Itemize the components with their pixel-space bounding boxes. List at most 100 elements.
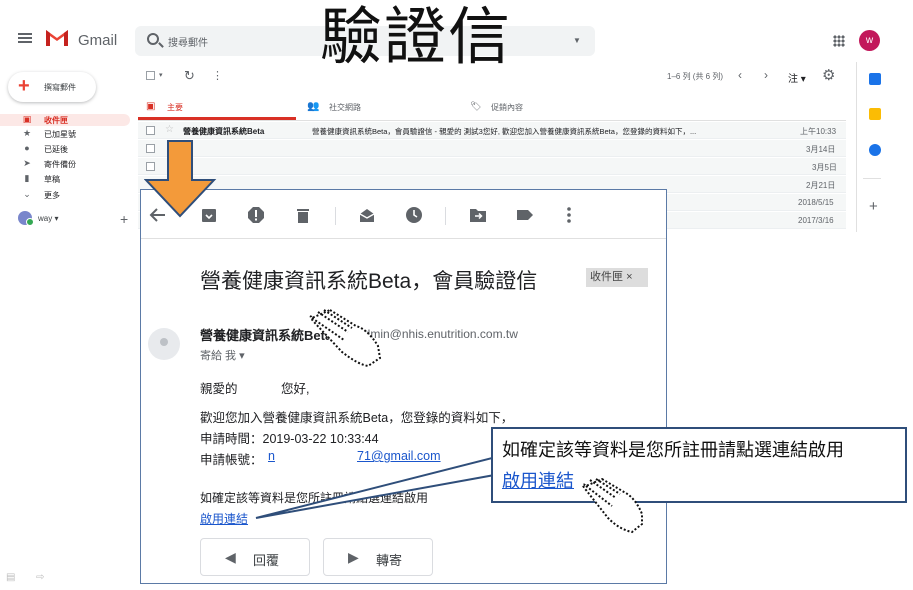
draft-icon: ▮ (24, 173, 30, 183)
more-vert-icon[interactable]: ⋮ (212, 69, 223, 82)
side-panel-divider (856, 62, 857, 232)
star-icon: ★ (22, 128, 32, 138)
toolbar-separator (445, 207, 446, 225)
add-contact-icon[interactable]: + (120, 211, 128, 227)
tab-primary[interactable]: 主要 (167, 102, 183, 113)
rail-divider (863, 178, 881, 179)
sidebar-item-label: 草稿 (44, 175, 60, 184)
gmail-logo-icon[interactable] (44, 28, 70, 48)
inbox-tab-icon: ▣ (146, 101, 156, 112)
table-row[interactable]: 3月5日 (138, 158, 846, 175)
greeting-prefix: 親愛的 (200, 382, 238, 396)
row-date: 3月5日 (812, 163, 837, 172)
main-menu-icon[interactable] (18, 33, 32, 43)
sidebar-item-label: 已加星號 (44, 130, 76, 139)
snooze-clock-icon[interactable] (405, 206, 423, 224)
forward-button[interactable]: ▶ 轉寄 (323, 538, 433, 576)
pagination-text: 1–6 列 (共 6 列) (667, 72, 724, 81)
hangouts-user-name[interactable]: way ▾ (38, 214, 58, 223)
sidebar-item-label: 寄件備份 (44, 160, 76, 169)
sidebar-item-label: 更多 (44, 191, 60, 200)
sidebar-item-starred[interactable]: ★ 已加星號 (0, 128, 130, 140)
callout-link[interactable]: 啟用連結 (502, 467, 574, 493)
add-addon-icon[interactable]: + (869, 198, 878, 215)
sender-avatar[interactable] (148, 328, 180, 360)
search-input[interactable]: 搜尋郵件 (168, 34, 208, 49)
clock-icon: ● (24, 143, 30, 153)
toolbar-separator (335, 207, 336, 225)
apply-time: 申請時間：2019-03-22 10:33:44 (200, 432, 379, 446)
keep-icon[interactable] (869, 108, 881, 120)
tab-primary-indicator (138, 117, 296, 120)
apps-grid-icon[interactable] (833, 35, 845, 47)
pointing-hand-cursor-icon (309, 308, 382, 368)
input-tools-button[interactable]: 注 ▾ (788, 70, 806, 85)
delete-icon[interactable] (294, 206, 312, 224)
overlay-title: 驗證信 (320, 0, 513, 73)
compose-plus-icon: + (18, 75, 30, 97)
select-all-checkbox[interactable] (146, 71, 155, 80)
keyboard-icon[interactable]: ▤ (6, 572, 15, 583)
table-row[interactable]: 3月14日 (138, 140, 846, 157)
app-name: Gmail (78, 32, 118, 49)
promotions-tab-icon: 🏷 (470, 101, 482, 111)
row-snippet: 營養健康資訊系統Beta，會員驗證信 - 親愛的 測試3您好, 歡迎您加入營養健… (312, 127, 697, 136)
tasks-icon[interactable] (869, 144, 881, 156)
row-date: 2月21日 (806, 181, 836, 190)
search-icon[interactable] (147, 33, 159, 45)
row-date: 上午10:33 (800, 127, 837, 136)
send-icon: ➤ (23, 158, 31, 168)
account-avatar[interactable]: w (859, 30, 880, 51)
message-subject: 營養健康資訊系統Beta，會員驗證信 (200, 270, 538, 293)
sidebar-item-snoozed[interactable]: ● 已延後 (0, 143, 130, 155)
next-page-icon[interactable]: › (764, 68, 768, 82)
message-toolbar-divider (141, 238, 666, 239)
sidebar-item-more[interactable]: ⌄ 更多 (0, 189, 130, 201)
social-tab-icon: 👥 (307, 101, 320, 112)
sidebar-item-sent[interactable]: ➤ 寄件備份 (0, 158, 130, 170)
callout-text: 如確定該等資料是您所註冊請點選連結啟用 (502, 440, 844, 460)
calendar-icon[interactable] (869, 73, 881, 85)
sidebar-item-label: 收件匣 (44, 116, 68, 125)
label-icon[interactable] (516, 206, 534, 224)
pointing-hand-cursor-icon (582, 478, 643, 534)
move-to-icon[interactable] (469, 206, 487, 224)
mark-unread-icon[interactable] (358, 206, 376, 224)
activate-link[interactable]: 啟用連結 (200, 510, 248, 527)
hangouts-avatar[interactable] (18, 211, 34, 226)
table-row[interactable]: ☆ 營養健康資訊系統Beta 營養健康資訊系統Beta，會員驗證信 - 親愛的 … (138, 122, 846, 139)
settings-gear-icon[interactable]: ⚙ (822, 66, 835, 84)
forward-icon: ▶ (348, 549, 359, 565)
more-vert-icon[interactable] (560, 206, 578, 224)
tabs-divider (138, 120, 846, 121)
row-sender: 營養健康資訊系統Beta (183, 127, 265, 136)
inbox-label-chip[interactable]: 收件匣 × (586, 268, 648, 287)
close-icon[interactable]: × (626, 271, 632, 283)
sidebar-item-inbox[interactable]: ▣ 收件匣 (0, 114, 130, 126)
reply-button[interactable]: ◀ 回覆 (200, 538, 310, 576)
report-spam-icon[interactable] (247, 206, 265, 224)
sidebar-item-drafts[interactable]: ▮ 草稿 (0, 173, 130, 185)
inbox-icon: ▣ (22, 114, 32, 124)
recipient-details-toggle[interactable]: 寄給 我 ▾ (200, 347, 245, 363)
tab-promotions[interactable]: 促銷內容 (491, 102, 523, 113)
select-caret-icon[interactable]: ▾ (159, 71, 163, 79)
compose-label: 撰寫郵件 (44, 83, 76, 92)
down-arrow-icon (144, 140, 217, 218)
greeting-suffix: 您好, (281, 382, 310, 396)
tab-social[interactable]: 社交網路 (329, 102, 361, 113)
callout-pointer (255, 454, 501, 519)
sidebar-item-label: 已延後 (44, 145, 68, 154)
row-checkbox[interactable] (146, 126, 155, 135)
welcome-line: 歡迎您加入營養健康資訊系統Beta，您登錄的資料如下， (200, 411, 514, 425)
open-in-new-icon[interactable]: ⇨ (36, 572, 44, 583)
prev-page-icon[interactable]: ‹ (738, 68, 742, 82)
row-date: 2018/5/15 (798, 198, 834, 207)
row-date: 2017/3/16 (798, 216, 834, 225)
reply-icon: ◀ (225, 549, 236, 565)
star-icon[interactable]: ☆ (165, 124, 174, 135)
chevron-down-icon: ⌄ (23, 189, 31, 199)
row-date: 3月14日 (806, 145, 836, 154)
refresh-icon[interactable]: ↻ (184, 68, 195, 84)
search-options-caret-icon[interactable]: ▼ (573, 36, 581, 45)
